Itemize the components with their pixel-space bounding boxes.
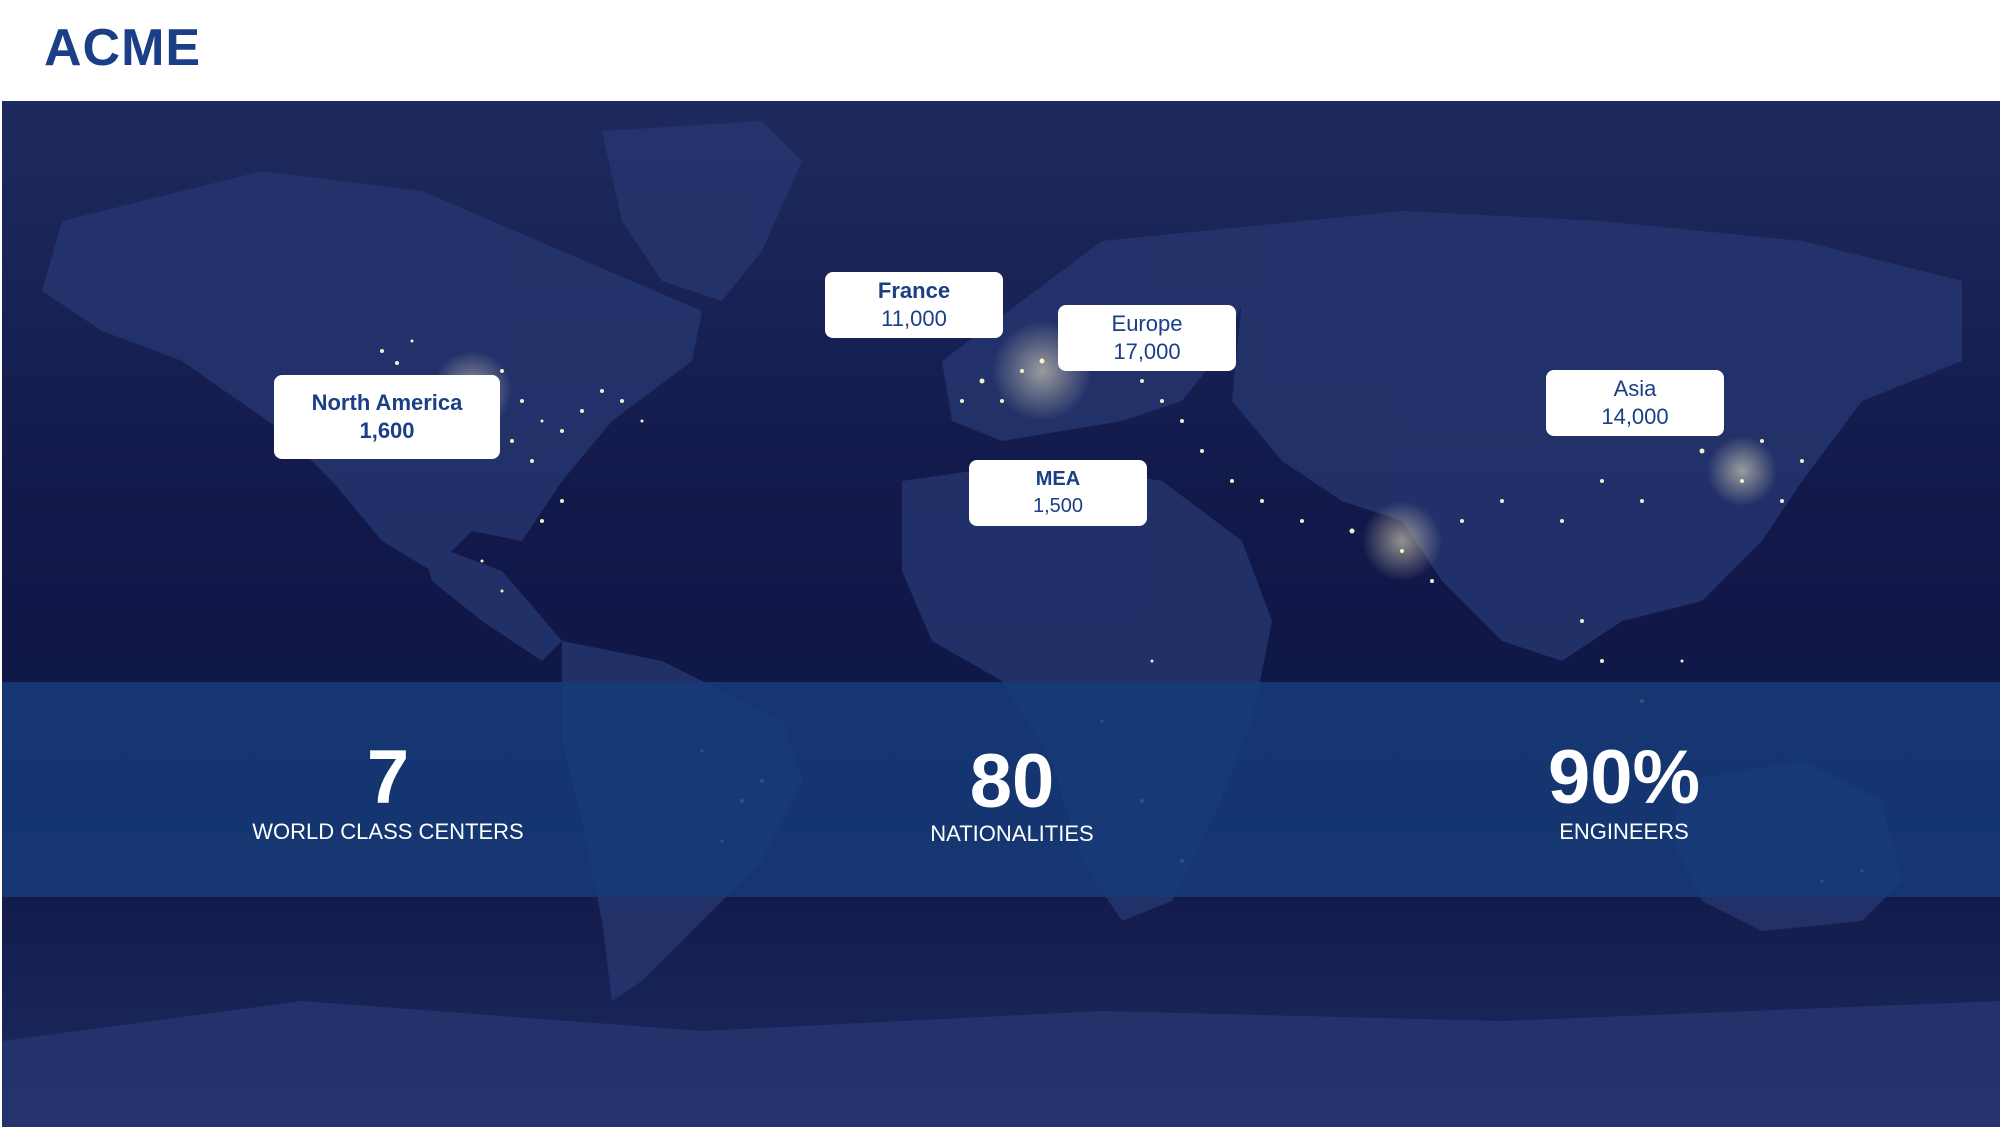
region-name: MEA bbox=[1035, 468, 1081, 490]
stats-band: 7 WORLD CLASS CENTERS 80 NATIONALITIES 9… bbox=[2, 682, 2000, 897]
region-france: France 11,000 bbox=[825, 272, 1003, 338]
region-name: Asia bbox=[1613, 376, 1657, 401]
region-north-america: North America 1,600 bbox=[274, 375, 500, 459]
stat-label: WORLD CLASS CENTERS bbox=[252, 819, 524, 844]
region-name: France bbox=[877, 278, 951, 303]
stat-value: 80 bbox=[969, 739, 1055, 824]
region-value: 1,500 bbox=[1032, 495, 1084, 517]
stat-value: 90% bbox=[1547, 735, 1701, 820]
stat-value: 7 bbox=[366, 735, 410, 820]
stat-label: NATIONALITIES bbox=[930, 821, 1094, 846]
region-asia: Asia 14,000 bbox=[1546, 370, 1724, 436]
region-europe: Europe 17,000 bbox=[1058, 305, 1236, 371]
region-value: 1,600 bbox=[359, 418, 415, 443]
acme-logo: ACME bbox=[44, 19, 202, 77]
stat-label: ENGINEERS bbox=[1559, 819, 1689, 844]
stat-world-class-centers: 7 WORLD CLASS CENTERS bbox=[238, 682, 538, 897]
region-mea: MEA 1,500 bbox=[969, 460, 1147, 526]
region-name: Europe bbox=[1111, 311, 1183, 336]
region-value: 14,000 bbox=[1601, 404, 1669, 429]
world-map-night-lights bbox=[2, 101, 2000, 1127]
region-value: 17,000 bbox=[1113, 339, 1181, 364]
region-value: 11,000 bbox=[881, 306, 947, 331]
stat-nationalities: 80 NATIONALITIES bbox=[862, 682, 1162, 897]
world-map-graphic bbox=[2, 121, 2000, 1127]
region-name: North America bbox=[311, 390, 463, 415]
slide: ACME North America 1,600 France 11,000 E… bbox=[0, 0, 2004, 1127]
stat-engineers: 90% ENGINEERS bbox=[1474, 682, 1774, 897]
